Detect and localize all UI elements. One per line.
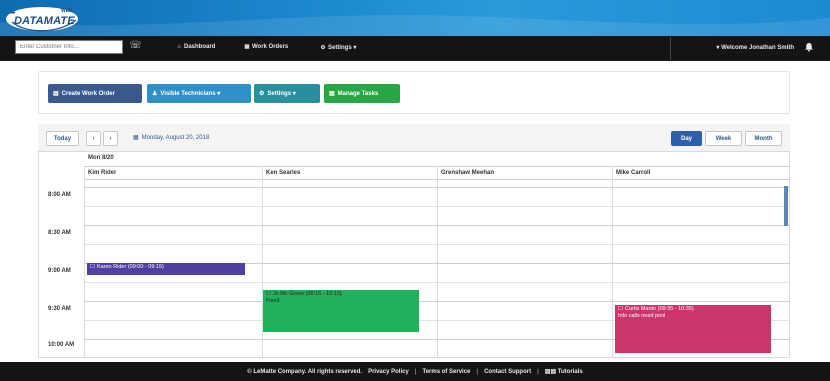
column-header-technician: Ken Searles bbox=[266, 170, 301, 176]
column-header-technician: Mike Carroll bbox=[616, 170, 651, 176]
footer-link-privacy[interactable]: Privacy Policy bbox=[368, 369, 409, 375]
manage-tasks-button[interactable]: ▤ Manage Tasks bbox=[324, 84, 400, 103]
nav-dashboard[interactable]: ⌂ Dashboard bbox=[176, 44, 215, 50]
event-note: Fixed bbox=[266, 298, 280, 304]
footer-link-terms[interactable]: Terms of Service bbox=[422, 369, 470, 375]
time-label: 8:30 AM bbox=[48, 230, 71, 236]
manage-tasks-label: Manage Tasks bbox=[337, 90, 379, 97]
calendar-event[interactable]: ☐ Jo Mc Grose (09:15 - 10:15) Fixed bbox=[263, 290, 419, 332]
nav-work-orders-label: Work Orders bbox=[252, 44, 289, 50]
nav-dashboard-label: Dashboard bbox=[184, 44, 216, 50]
grid-line bbox=[84, 225, 790, 226]
copyright-text: © LeMatte Company. All rights reserved. bbox=[247, 368, 363, 375]
time-label: 9:30 AM bbox=[48, 306, 71, 312]
phone-icon[interactable]: ☏ bbox=[129, 39, 142, 52]
grid-line bbox=[84, 187, 790, 188]
view-month-button[interactable]: Month bbox=[745, 131, 782, 146]
datamate-logo[interactable]: •••• DATAMATE WEB bbox=[6, 4, 84, 32]
next-day-button[interactable]: › bbox=[103, 131, 118, 146]
column-header-technician: Kim Rider bbox=[88, 170, 117, 176]
grid-line bbox=[84, 206, 790, 207]
gear-icon: ⚙ bbox=[259, 91, 265, 97]
footer-link-support[interactable]: Contact Support bbox=[484, 369, 531, 375]
time-label: 10:00 AM bbox=[48, 342, 75, 348]
current-date: Monday, August 20, 2018 bbox=[141, 135, 210, 141]
column-divider bbox=[612, 166, 613, 358]
footer-separator: | bbox=[414, 368, 417, 375]
brand-header bbox=[0, 0, 830, 36]
checkbox-icon: ☐ bbox=[618, 306, 623, 312]
logo-text: DATAMATE bbox=[14, 15, 75, 27]
column-divider bbox=[437, 166, 438, 358]
grid-line bbox=[84, 282, 790, 283]
checkbox-icon: ☐ bbox=[266, 291, 271, 297]
footer: © LeMatte Company. All rights reserved. … bbox=[0, 362, 830, 381]
time-label: 8:00 AM bbox=[48, 192, 71, 198]
top-navbar bbox=[0, 36, 830, 61]
event-title: Jo Mc Grose (09:15 - 10:15) bbox=[272, 291, 342, 297]
calendar-event[interactable]: ☐ Karen Rider (09:00 - 09:15) bbox=[87, 263, 245, 275]
logo-web-text: WEB bbox=[61, 8, 73, 14]
nav-settings[interactable]: ⚙ Settings ▾ bbox=[320, 44, 357, 51]
user-menu[interactable]: ▾ Welcome Jonathan Smith bbox=[716, 44, 794, 51]
tasks-icon: ▤ bbox=[329, 91, 335, 97]
view-day-button[interactable]: Day bbox=[671, 131, 702, 146]
create-work-order-button[interactable]: ▤ Create Work Order bbox=[48, 84, 142, 103]
column-divider bbox=[84, 166, 85, 358]
event-note: Info calls need pool bbox=[618, 313, 666, 319]
visible-technicians-dropdown[interactable]: ♟ Visible Technicians ▾ bbox=[147, 84, 251, 103]
column-header-technician: Grenshaw Meehan bbox=[441, 170, 495, 176]
nav-divider bbox=[670, 37, 671, 60]
grid-line bbox=[84, 244, 790, 245]
calendar-icon: ▦ bbox=[133, 135, 139, 141]
header-swoosh bbox=[0, 15, 830, 36]
footer-separator: | bbox=[537, 368, 539, 375]
view-week-button[interactable]: Week bbox=[705, 131, 742, 146]
event-title: Curtis Martin (09:35 - 10:35) bbox=[624, 306, 694, 312]
calendar-scrollbar[interactable] bbox=[784, 186, 788, 226]
date-picker[interactable]: ▦ Monday, August 20, 2018 bbox=[133, 134, 209, 141]
nav-work-orders[interactable]: ▦ Work Orders bbox=[244, 44, 288, 50]
visible-technicians-label: Visible Technicians ▾ bbox=[160, 91, 221, 97]
grid-line bbox=[84, 301, 790, 302]
footer-link-tutorials[interactable]: ▤▤ Tutorials bbox=[545, 368, 583, 375]
calendar-icon: ▦ bbox=[244, 44, 250, 50]
checkbox-icon: ☐ bbox=[90, 264, 95, 270]
day-header: Mon 8/20 bbox=[88, 155, 114, 161]
bell-icon[interactable] bbox=[804, 42, 814, 52]
calendar-settings-label: Settings ▾ bbox=[267, 91, 296, 97]
work-order-icon: ▤ bbox=[53, 91, 59, 97]
prev-day-button[interactable]: ‹ bbox=[86, 131, 101, 146]
calendar-settings-dropdown[interactable]: ⚙ Settings ▾ bbox=[254, 84, 320, 103]
gear-icon: ⚙ bbox=[320, 45, 326, 51]
event-title: Karen Rider (09:00 - 09:15) bbox=[96, 264, 164, 270]
customer-search-input[interactable] bbox=[15, 40, 123, 54]
technician-icon: ♟ bbox=[152, 91, 158, 97]
create-work-order-label: Create Work Order bbox=[61, 90, 115, 97]
time-label: 9:00 AM bbox=[48, 268, 71, 274]
footer-separator: | bbox=[476, 368, 479, 375]
home-icon: ⌂ bbox=[177, 44, 181, 50]
today-button[interactable]: Today bbox=[46, 131, 79, 146]
calendar-event[interactable]: ☐ Curtis Martin (09:35 - 10:35) Info call… bbox=[615, 305, 771, 353]
calendar-grid: Mon 8/20 Kim Rider Ken Searles Grenshaw … bbox=[38, 152, 790, 358]
nav-settings-label: Settings ▾ bbox=[328, 45, 357, 51]
